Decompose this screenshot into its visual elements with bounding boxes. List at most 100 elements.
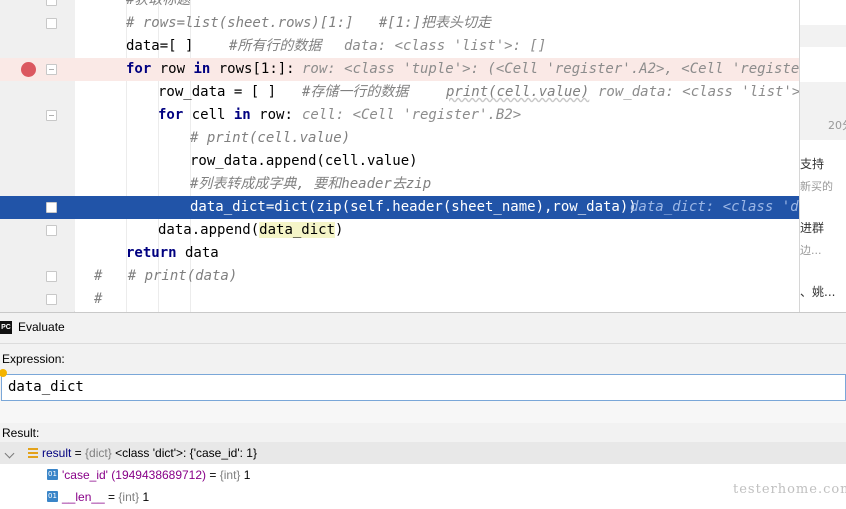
gutter-cell (0, 12, 75, 35)
tree-row-result[interactable]: result = {dict} <class 'dict'>: {'case_i… (0, 442, 846, 464)
pycharm-logo-icon: PC (0, 321, 12, 334)
var-eq: = (71, 446, 86, 460)
var-value: 1 (240, 468, 251, 482)
evaluate-dialog[interactable]: PC Evaluate Expression: data_dict Result… (0, 312, 846, 509)
code-text: data (176, 245, 219, 261)
fold-icon[interactable] (46, 294, 57, 305)
tree-row[interactable]: 01 __len__ = {int} 1 (0, 486, 846, 508)
var-eq: = (104, 490, 119, 504)
code-comment: #所有行的数据 (229, 38, 322, 54)
code-comment: # print(cell.value) (190, 130, 351, 146)
var-value: <class 'dict'>: {'case_id': 1} (111, 446, 257, 460)
side-item-title[interactable]: 支持 (800, 155, 824, 172)
inline-debug-value: cell: <Cell 'register'.B2> (302, 107, 522, 123)
inline-debug-value: row_data: <class 'list'>: (598, 84, 799, 100)
expression-area (0, 401, 846, 423)
evaluate-title-bar[interactable]: PC Evaluate (0, 317, 846, 337)
code-line[interactable]: 4 data=[ ] #所有行的数据 data: <class 'list'>:… (0, 35, 799, 99)
code-line[interactable]: 0 #列表转成成字典, 要和header去zip (0, 173, 799, 237)
inline-debug-value: row: <class 'tuple'>: (<Cell 'register'.… (302, 61, 799, 77)
gutter-cell (0, 0, 75, 12)
watermark: testerhome.com (733, 482, 846, 497)
gutter-cell (0, 81, 75, 104)
code-text: row (151, 61, 194, 77)
var-name: __len__ (62, 490, 105, 504)
tree-row-text: result = {dict} <class 'dict'>: {'case_i… (42, 442, 257, 464)
gutter-cell (0, 242, 75, 265)
highlighted-identifier: data_dict (259, 222, 336, 238)
code-text: return data (126, 242, 219, 265)
gutter-cell (0, 104, 75, 127)
keyword: for (126, 61, 152, 77)
code-line[interactable]: 3 return data (0, 242, 799, 306)
var-type: {int} (219, 468, 241, 482)
fold-icon[interactable] (46, 271, 57, 282)
code-text: row_data.append(cell.value) (190, 153, 418, 169)
code-comment: #获取标题 (126, 0, 191, 8)
code-line[interactable]: 2 #获取标题 (0, 0, 799, 53)
keyword: in (233, 107, 251, 123)
background-window-panel[interactable]: 20分 支持 新买的 进群 边... 、姚... (799, 0, 846, 312)
code-comment: # rows=list(sheet.rows)[1:] #[1:]把表头切走 (126, 15, 492, 31)
divider (0, 343, 846, 344)
side-item-subtitle: 边... (800, 244, 822, 257)
code-line-execution-point[interactable]: 1 data_dict=dict(zip(self.header(sheet_n… (0, 196, 799, 260)
code-comment: #存储一行的数据 (302, 84, 409, 100)
code-line[interactable]: 4 # # print(data) (0, 265, 799, 288)
gutter-cell (0, 265, 75, 288)
chevron-down-icon[interactable] (4, 448, 15, 459)
var-type: {int} (118, 490, 140, 504)
code-text: data.append( (158, 222, 260, 238)
gutter-cell (0, 219, 75, 242)
var-name: result (42, 446, 72, 460)
dialog-title: Evaluate (18, 320, 65, 334)
code-text: data_dict=dict(zip(self.header(sheet_nam… (190, 199, 637, 215)
code-line-breakpoint[interactable]: 5 for row in rows[1:]: row: <class 'tupl… (0, 58, 799, 122)
expression-input[interactable]: data_dict (1, 374, 846, 401)
dict-icon (28, 448, 38, 458)
result-tree[interactable]: result = {dict} <class 'dict'>: {'case_i… (0, 442, 846, 509)
gutter-cell (0, 173, 75, 196)
code-editor[interactable]: 2 #获取标题 3 # rows=list(sheet.rows)[1:] #[… (0, 0, 799, 312)
code-line[interactable]: 2 data.append(data_dict) (0, 219, 799, 283)
side-item-subtitle: 新买的 (800, 180, 833, 193)
fold-icon[interactable] (46, 202, 57, 213)
tree-row-text: 'case_id' (1949438689712) = {int} 1 (62, 464, 250, 486)
fold-icon[interactable] (46, 225, 57, 236)
tree-row[interactable]: 01 'case_id' (1949438689712) = {int} 1 (0, 464, 846, 486)
code-line[interactable]: 9 row_data.append(cell.value) (0, 150, 799, 214)
code-line[interactable]: 5 # (0, 288, 799, 311)
code-line[interactable]: 3 # rows=list(sheet.rows)[1:] #[1:]把表头切走 (0, 12, 799, 76)
var-value: 1 (139, 490, 150, 504)
fold-icon[interactable] (46, 18, 57, 29)
fold-icon[interactable] (46, 110, 57, 121)
fold-icon[interactable] (46, 0, 57, 6)
code-text: rows[1:]: (210, 61, 295, 77)
code-text: row_data = [ ] (158, 84, 277, 100)
tree-row-text: __len__ = {int} 1 (62, 486, 149, 508)
code-line[interactable]: 8 # print(cell.value) (0, 127, 799, 191)
code-comment: # # print(data) (94, 268, 238, 284)
code-text: for row in rows[1:]: (126, 58, 295, 81)
side-item-title[interactable]: 、姚... (800, 283, 835, 300)
result-label: Result: (2, 426, 40, 440)
side-item-title[interactable]: 进群 (800, 219, 824, 236)
keyword: for (158, 107, 184, 123)
gutter-cell (0, 35, 75, 58)
code-line[interactable]: 6 row_data = [ ] #存储一行的数据 print(cell.val… (0, 81, 799, 145)
inline-debug-value: data: <class 'list'>: [] (344, 38, 547, 54)
side-block (800, 25, 846, 47)
breakpoint-icon[interactable] (21, 62, 36, 77)
code-line[interactable]: 7 for cell in row: cell: <Cell 'register… (0, 104, 799, 168)
fold-icon[interactable] (46, 64, 57, 75)
keyword: in (193, 61, 211, 77)
code-text: row: (250, 107, 293, 123)
code-text: ) (335, 222, 344, 238)
code-comment: print(cell.value) (446, 84, 590, 100)
code-text: cell (183, 107, 234, 123)
expression-label: Expression: (2, 352, 65, 366)
gutter-cell (0, 288, 75, 311)
code-comment: #列表转成成字典, 要和header去zip (190, 176, 432, 192)
var-name: 'case_id' (1949438689712) (62, 468, 207, 482)
expression-value[interactable]: data_dict (8, 379, 84, 395)
